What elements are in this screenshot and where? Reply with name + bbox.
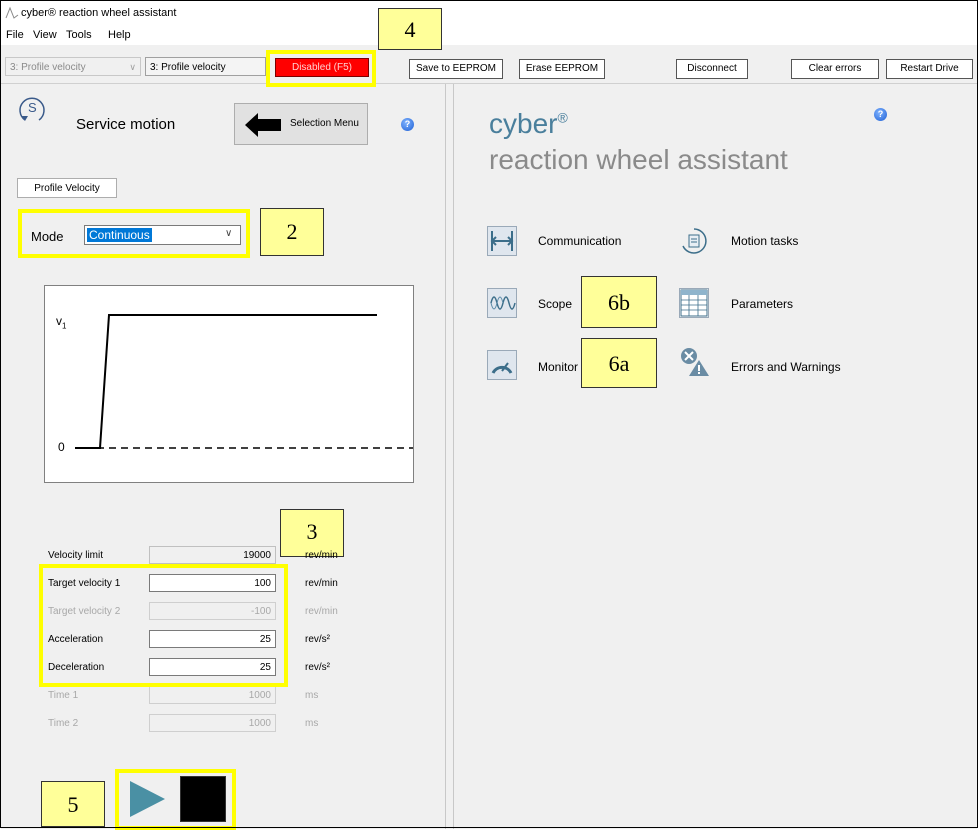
window-frame xyxy=(0,0,978,828)
